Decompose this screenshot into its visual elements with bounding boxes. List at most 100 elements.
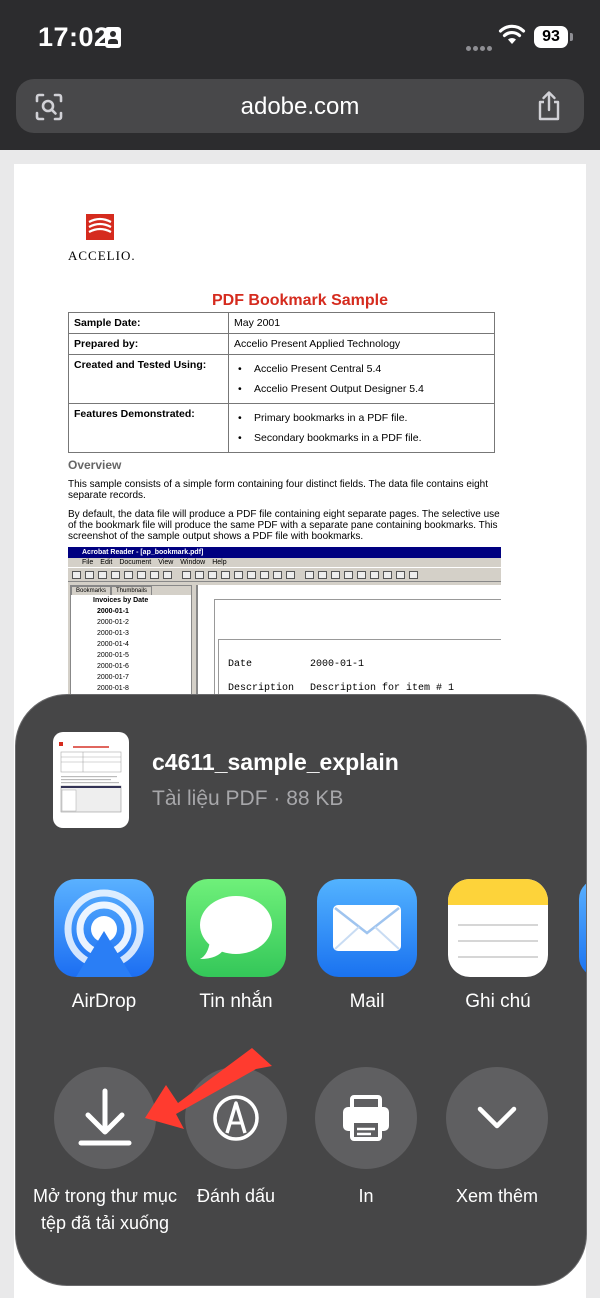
info-table-row: Created and Tested Using:Accelio Present… [68,354,495,404]
embed-toolbar-icon [273,571,282,579]
bookmark-item: 2000-01-6 [97,663,129,670]
embed-menu-item: View [158,559,174,566]
embed-toolbar-icon [331,571,340,579]
embed-toolbar-icon [221,571,230,579]
info-table-key: Features Demonstrated: [68,403,229,453]
embed-toolbar-icon [370,571,379,579]
embed-toolbar-icon [344,571,353,579]
embed-tab: Bookmarks [71,586,112,595]
more-app-button[interactable] [579,879,586,977]
airdrop-label: AirDrop [71,991,137,1012]
contact-card-icon [105,27,121,48]
embed-menu: File Edit Document View Window Help [68,558,501,567]
info-table: Sample Date: May 2001 Prepared by: Accelio … [68,312,495,453]
bookmark-item: 2000-01-3 [97,630,129,637]
embed-toolbar-icon [396,571,405,579]
printer-icon [343,1095,389,1141]
embed-toolbar-icon [357,571,366,579]
embed-toolbar-icon [111,571,120,579]
messages-button[interactable] [186,879,286,977]
embed-toolbar-icon [137,571,146,579]
embed-document-pane: Date 2000-01-1 Description Description f… [196,585,501,707]
status-time: 17:02 [38,22,110,52]
embed-menu-item: Window [180,559,206,566]
embed-toolbar-icon [163,571,172,579]
markup-icon [213,1095,259,1141]
accelio-logo-icon [86,214,114,240]
embed-toolbar-icon [409,571,418,579]
file-thumbnail [53,732,129,828]
embed-toolbar-icon [286,571,295,579]
info-table-bullet-text: Accelio Present Central 5.4 [254,363,382,375]
overview-paragraph-1: This sample consists of a simple form co… [68,479,489,501]
acrobat-screenshot: Acrobat Reader - [ap_bookmark.pdf] File E… [68,547,501,707]
more-actions-button[interactable] [446,1067,548,1169]
pdf-title: PDF Bookmark Sample [211,292,389,309]
notes-icon [448,879,548,958]
info-table-row: Features Demonstrated: Primary bookmarks … [68,403,495,453]
airdrop-button[interactable] [54,879,154,977]
info-table-bullet: Secondary bookmarks in a PDF file. [234,428,489,448]
embed-date-label: Date [228,659,253,670]
bookmark-item: 2000-01-5 [97,652,129,659]
overview-heading: Overview [68,458,122,472]
cellular-signal-icon [466,38,494,56]
info-table-bullet-text: Primary bookmarks in a PDF file. [254,412,408,424]
messages-label: Tin nhắn [199,991,273,1012]
battery-level: 93 [534,26,568,48]
embed-toolbar-icon [260,571,269,579]
embed-bookmarks-pane: Bookmarks Thumbnails Invoices by Date 2000… [70,585,192,707]
embed-toolbar-icon [234,571,243,579]
wifi-icon [498,24,526,44]
embed-toolbar-icon [383,571,392,579]
chevron-down-icon [477,1106,517,1129]
notes-label: Ghi chú [465,991,531,1012]
mail-label: Mail [349,991,385,1012]
embed-toolbar-icon [208,571,217,579]
embed-menu-item: Help [212,559,227,566]
bookmark-item: 2000-01-2 [97,619,129,626]
embed-toolbar-icon [318,571,327,579]
embed-menu-item: File [82,559,94,566]
embed-toolbar-icon [85,571,94,579]
browser-toolbar: adobe.com [0,72,600,150]
embed-desc-label: Description [228,683,295,694]
notes-button[interactable] [448,879,548,977]
embed-toolbar-icon [98,571,107,579]
embed-tabs: Bookmarks Thumbnails [71,586,191,595]
mail-icon [333,905,401,951]
more-actions-label: Xem thêm [455,1186,539,1206]
markup-button[interactable] [185,1067,287,1169]
embed-toolbar-icon [150,571,159,579]
status-bar: 17:02 93 [0,0,600,72]
embed-toolbar-icon [305,571,314,579]
info-table-key: Prepared by: [68,333,229,355]
print-button[interactable] [315,1067,417,1169]
info-table-bullet: Accelio Present Output Designer 5.4 [234,379,489,399]
embed-toolbar-icon [182,571,191,579]
embed-desc-value: Description for item # 1 [310,683,455,694]
file-meta: Tài liệu PDF · 88 KB [152,787,344,810]
address-bar[interactable]: adobe.com [16,79,584,133]
embed-toolbar-icon [247,571,256,579]
info-table-value: Accelio Present Applied Technology [228,333,495,355]
embed-toolbar [68,567,501,582]
embed-toolbar-icon [195,571,204,579]
bookmark-item: 2000-01-7 [97,674,129,681]
open-in-downloads-button[interactable] [54,1067,156,1169]
bookmark-item: 2000-01-8 [97,685,129,692]
download-icon [78,1088,132,1146]
embed-toolbar-icon [124,571,133,579]
share-icon[interactable] [534,90,564,122]
mail-button[interactable] [317,879,417,977]
messages-icon [200,896,272,959]
bookmark-tree: Invoices by Date 2000-01-1 2000-01-2 2000-0… [71,595,191,694]
info-table-row: Prepared by: Accelio Present Applied Tech… [68,333,495,355]
info-table-bullet-text: Secondary bookmarks in a PDF file. [254,432,422,444]
info-table-row: Sample Date: May 2001 [68,312,495,334]
airdrop-icon [64,889,144,977]
share-sheet: c4611_sample_explain Tài liệu PDF · 88 K… [15,694,587,1286]
info-table-key: Sample Date: [68,312,229,334]
url-text: adobe.com [240,93,360,120]
embed-toolbar-icon [72,571,81,579]
